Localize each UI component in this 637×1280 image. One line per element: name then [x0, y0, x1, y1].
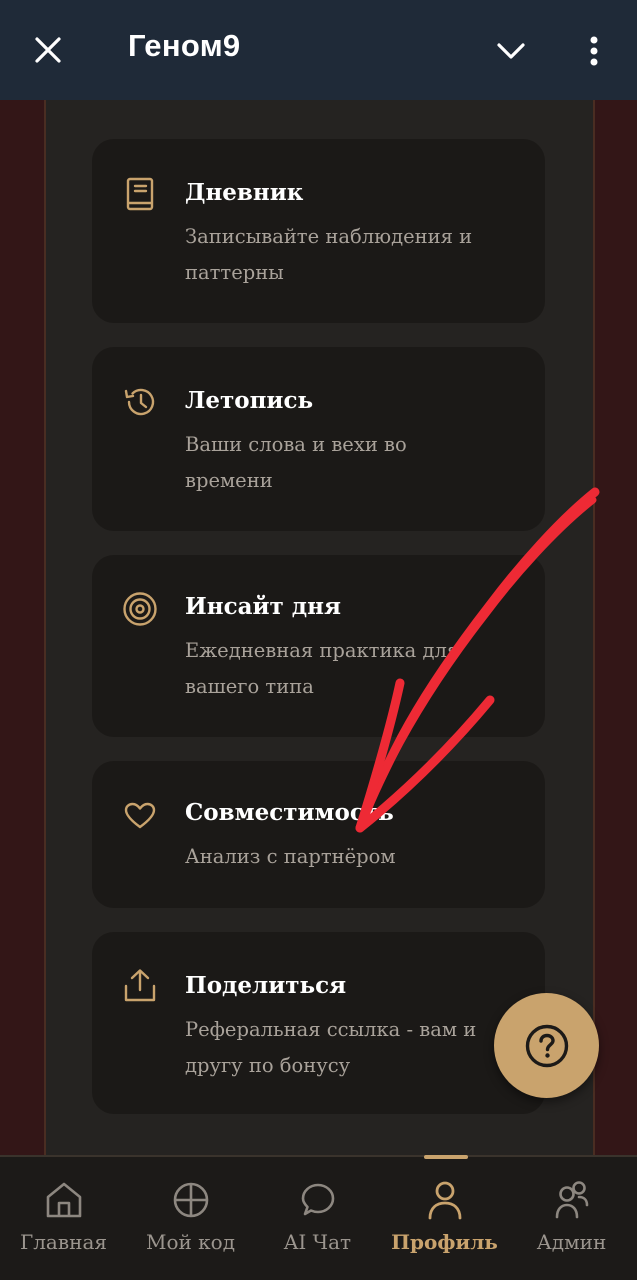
side-backdrop-right [593, 100, 637, 1155]
nav-label: Мой код [145, 1230, 236, 1254]
nav-item-my-code[interactable]: Мой код [127, 1157, 254, 1280]
card-description: Записывайте наблюдения и паттерны [185, 219, 515, 291]
heart-icon [122, 798, 158, 834]
more-menu-button[interactable] [574, 26, 614, 76]
card-title: Дневник [185, 179, 304, 206]
help-icon [525, 1024, 568, 1067]
card-description: Ваши слова и вехи во времени [185, 427, 515, 499]
card-title: Инсайт дня [185, 593, 341, 620]
card-description: Анализ с партнёром [185, 839, 515, 875]
features-panel: Дневник Записывайте наблюдения и паттерн… [46, 100, 593, 1155]
card-compatibility[interactable]: Совместимость Анализ с партнёром [92, 761, 545, 908]
card-description: Ежедневная практика для вашего типа [185, 633, 515, 705]
card-description: Реферальная ссылка - вам и другу по бону… [185, 1012, 515, 1084]
nav-label: AI Чат [283, 1230, 352, 1254]
close-button[interactable] [22, 28, 74, 72]
help-button[interactable] [494, 993, 599, 1098]
card-title: Поделиться [185, 972, 347, 999]
target-icon [122, 591, 158, 627]
chat-icon [254, 1179, 381, 1221]
nav-item-profile[interactable]: Профиль [381, 1157, 508, 1280]
card-description-line: Записывайте наблюдения и [185, 225, 473, 248]
card-description-line: другу по бонусу [185, 1054, 351, 1077]
card-title: Совместимость [185, 799, 394, 826]
nav-label: Главная [19, 1230, 107, 1254]
nav-item-admin[interactable]: Админ [508, 1157, 635, 1280]
app-title: Геном9 [128, 28, 241, 63]
card-description-line: вашего типа [185, 675, 314, 698]
app-bar: Геном9 [0, 0, 637, 100]
side-backdrop-left [0, 100, 46, 1155]
card-description-line: Ваши слова и вехи во [185, 433, 407, 456]
card-description-line: Реферальная ссылка - вам и [185, 1018, 477, 1041]
nav-item-home[interactable]: Главная [0, 1157, 127, 1280]
home-icon [0, 1179, 127, 1221]
card-chronicle[interactable]: Летопись Ваши слова и вехи во времени [92, 347, 545, 531]
card-title: Летопись [185, 387, 314, 414]
card-share[interactable]: Поделиться Реферальная ссылка - вам и др… [92, 932, 545, 1114]
book-icon [122, 176, 158, 212]
crosshair-icon [127, 1179, 254, 1221]
card-description-line: паттерны [185, 261, 284, 284]
card-diary[interactable]: Дневник Записывайте наблюдения и паттерн… [92, 139, 545, 323]
card-description-line: времени [185, 469, 273, 492]
more-vertical-icon [590, 36, 598, 66]
history-icon [122, 384, 158, 420]
chevron-down-icon [497, 43, 525, 59]
card-insight[interactable]: Инсайт дня Ежедневная практика для вашег… [92, 555, 545, 737]
collapse-button[interactable] [486, 28, 536, 74]
card-description-line: Анализ с партнёром [185, 845, 396, 868]
bottom-navigation: Главная Мой код AI Чат Профиль Админ [0, 1155, 637, 1280]
nav-label: Админ [536, 1230, 607, 1254]
share-icon [122, 968, 158, 1004]
card-description-line: Ежедневная практика для [185, 639, 460, 662]
users-icon [508, 1179, 635, 1221]
nav-label: Профиль [391, 1230, 498, 1254]
nav-item-ai-chat[interactable]: AI Чат [254, 1157, 381, 1280]
user-icon [381, 1179, 508, 1221]
close-icon [35, 37, 61, 63]
